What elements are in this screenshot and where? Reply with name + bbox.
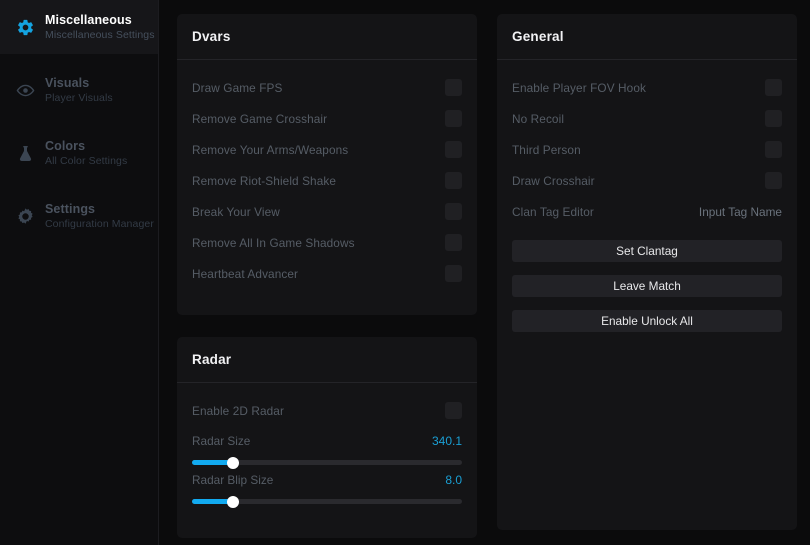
panel-bottom-spacer [192, 512, 462, 520]
sidebar-item-title: Visuals [45, 75, 90, 90]
panel-header: Dvars [177, 14, 477, 60]
panel-bottom-spacer [192, 289, 462, 297]
toggle-label: Draw Game FPS [192, 80, 283, 95]
checkbox-enable-player-fov-hook[interactable] [765, 79, 782, 96]
toggle-label: Remove Your Arms/Weapons [192, 142, 349, 157]
nav-gap [0, 117, 158, 126]
slider-value: 8.0 [445, 473, 462, 487]
checkbox-no-recoil[interactable] [765, 110, 782, 127]
left-column: Dvars Draw Game FPS Remove Game Crosshai… [177, 14, 477, 538]
sidebar-item-colors[interactable]: Colors All Color Settings [0, 126, 158, 180]
checkbox-remove-all-in-game-shadows[interactable] [445, 234, 462, 251]
sidebar-item-title: Settings [45, 201, 96, 216]
sidebar-item-text: Settings Configuration Manager [40, 202, 154, 231]
panel-radar: Radar Enable 2D Radar Radar Size 340.1 R… [177, 337, 477, 538]
slider-track[interactable] [192, 495, 462, 508]
sidebar-item-text: Colors All Color Settings [40, 139, 127, 168]
checkbox-draw-game-fps[interactable] [445, 79, 462, 96]
nav-gap [0, 180, 158, 189]
eye-icon [10, 81, 40, 100]
toggle-label: Heartbeat Advancer [192, 266, 299, 281]
panel-dvars: Dvars Draw Game FPS Remove Game Crosshai… [177, 14, 477, 315]
toggle-label: Third Person [512, 142, 581, 157]
panel-body: Enable Player FOV Hook No Recoil Third P… [497, 60, 797, 350]
toggle-label: Remove All In Game Shadows [192, 235, 355, 250]
panel-title: Radar [192, 352, 232, 367]
panel-header: General [497, 14, 797, 60]
nav-gap [0, 54, 158, 63]
checkbox-remove-your-arms-weapons[interactable] [445, 141, 462, 158]
checkbox-third-person[interactable] [765, 141, 782, 158]
clan-tag-row: Clan Tag Editor [512, 196, 782, 227]
clan-tag-label: Clan Tag Editor [512, 204, 594, 219]
toggle-row: No Recoil [512, 103, 782, 134]
set-clantag-button[interactable]: Set Clantag [512, 240, 782, 262]
clan-tag-input[interactable] [622, 204, 782, 219]
checkbox-draw-crosshair[interactable] [765, 172, 782, 189]
panel-title: Dvars [192, 29, 231, 44]
toggle-label: Remove Riot-Shield Shake [192, 173, 337, 188]
toggle-label: Draw Crosshair [512, 173, 595, 188]
cog-icon [10, 207, 40, 226]
sidebar-item-subtitle: Player Visuals [45, 91, 113, 104]
toggle-label: Break Your View [192, 204, 280, 219]
panel-body: Draw Game FPS Remove Game Crosshair Remo… [177, 60, 477, 315]
sidebar-item-miscellaneous[interactable]: Miscellaneous Miscellaneous Settings [0, 0, 158, 54]
sidebar-item-title: Colors [45, 138, 86, 153]
toggle-row: Draw Crosshair [512, 165, 782, 196]
panel-title: General [512, 29, 564, 44]
checkbox-enable-2d-radar[interactable] [445, 402, 462, 419]
leave-match-button[interactable]: Leave Match [512, 275, 782, 297]
toggle-row: Heartbeat Advancer [192, 258, 462, 289]
checkbox-heartbeat-advancer[interactable] [445, 265, 462, 282]
enable-unlock-all-button[interactable]: Enable Unlock All [512, 310, 782, 332]
toggle-label: Enable Player FOV Hook [512, 80, 646, 95]
sidebar-item-subtitle: All Color Settings [45, 154, 128, 167]
checkbox-remove-game-crosshair[interactable] [445, 110, 462, 127]
panel-header: Radar [177, 337, 477, 383]
right-column: General Enable Player FOV Hook No Recoil… [497, 14, 797, 530]
sidebar-item-text: Miscellaneous Miscellaneous Settings [40, 13, 155, 42]
toggle-row: Enable Player FOV Hook [512, 72, 782, 103]
slider-thumb[interactable] [226, 495, 239, 508]
sidebar-item-subtitle: Miscellaneous Settings [45, 28, 155, 41]
toggle-row: Remove Game Crosshair [192, 103, 462, 134]
slider-head: Radar Size 340.1 [192, 430, 462, 452]
slider-radar-blip-size: Radar Blip Size 8.0 [192, 465, 462, 508]
checkbox-break-your-view[interactable] [445, 203, 462, 220]
sidebar-item-settings[interactable]: Settings Configuration Manager [0, 189, 158, 243]
panel-general: General Enable Player FOV Hook No Recoil… [497, 14, 797, 530]
panel-body: Enable 2D Radar Radar Size 340.1 Radar B… [177, 383, 477, 538]
slider-thumb[interactable] [226, 456, 239, 469]
toggle-label: No Recoil [512, 111, 565, 126]
gear-icon [10, 18, 40, 37]
slider-track[interactable] [192, 456, 462, 469]
slider-head: Radar Blip Size 8.0 [192, 469, 462, 491]
toggle-row: Draw Game FPS [192, 72, 462, 103]
toggle-label: Enable 2D Radar [192, 403, 284, 418]
toggle-row: Break Your View [192, 196, 462, 227]
toggle-row: Remove Your Arms/Weapons [192, 134, 462, 165]
slider-value: 340.1 [431, 434, 462, 448]
flask-icon [10, 144, 40, 163]
slider-label: Radar Blip Size [192, 473, 274, 487]
toggle-row: Enable 2D Radar [192, 395, 462, 426]
slider-radar-size: Radar Size 340.1 [192, 426, 462, 469]
toggle-row: Remove All In Game Shadows [192, 227, 462, 258]
app-window: Miscellaneous Miscellaneous Settings Vis… [0, 0, 810, 545]
sidebar-item-text: Visuals Player Visuals [40, 76, 113, 105]
sidebar: Miscellaneous Miscellaneous Settings Vis… [0, 0, 159, 545]
slider-label: Radar Size [192, 434, 251, 448]
toggle-row: Remove Riot-Shield Shake [192, 165, 462, 196]
toggle-row: Third Person [512, 134, 782, 165]
checkbox-remove-riot-shield-shake[interactable] [445, 172, 462, 189]
sidebar-item-subtitle: Configuration Manager [45, 217, 154, 230]
content-area: Dvars Draw Game FPS Remove Game Crosshai… [159, 0, 810, 545]
toggle-label: Remove Game Crosshair [192, 111, 328, 126]
sidebar-item-title: Miscellaneous [45, 12, 132, 27]
sidebar-item-visuals[interactable]: Visuals Player Visuals [0, 63, 158, 117]
